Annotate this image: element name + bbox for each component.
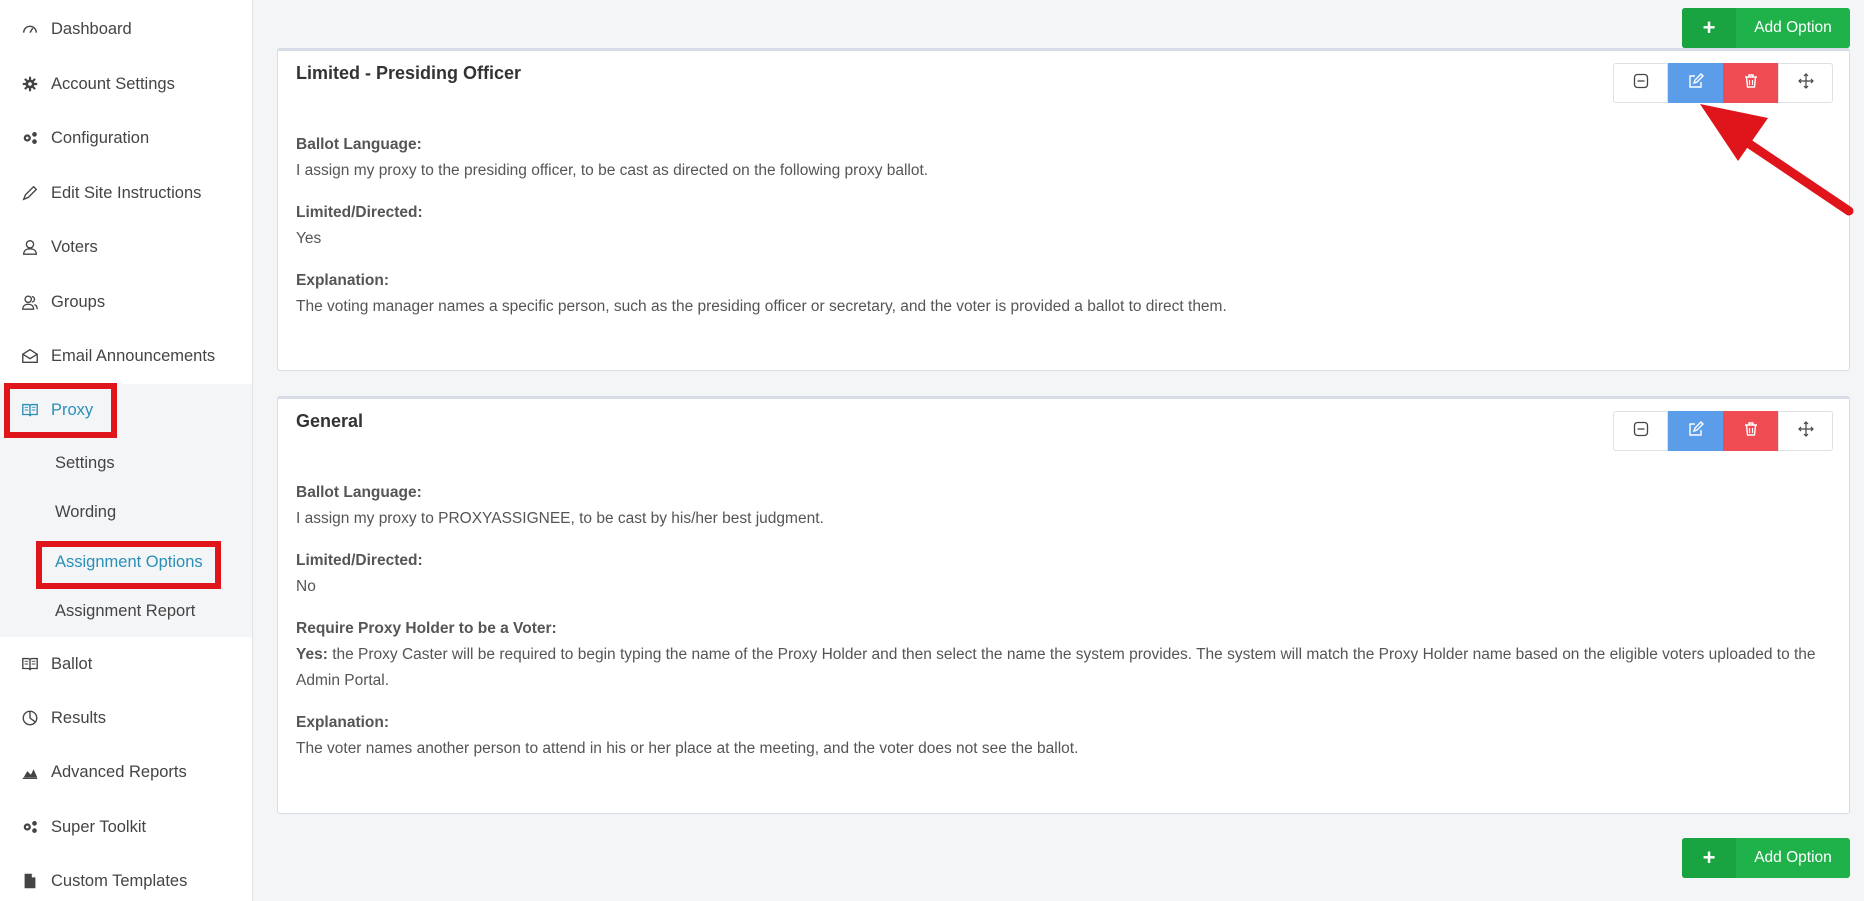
sidebar-item-label: Dashboard	[51, 19, 132, 38]
add-option-label: Add Option	[1754, 849, 1832, 866]
sidebar-item-label: Results	[51, 708, 107, 727]
delete-button[interactable]	[1723, 411, 1778, 451]
sidebar-item-label: Account Settings	[51, 74, 175, 93]
field-value: The voting manager names a specific pers…	[296, 298, 1227, 315]
sidebar-item-voters[interactable]: Voters	[0, 224, 252, 270]
area-chart-icon	[20, 762, 40, 782]
minus-square-icon	[1633, 73, 1649, 94]
field-value: I assign my proxy to PROXYASSIGNEE, to b…	[296, 510, 824, 527]
option-card-limited: Limited - Presiding Officer Ballot Langu…	[277, 48, 1850, 371]
submenu-item-wording[interactable]: Wording	[55, 497, 116, 527]
field-limited-directed: Limited/Directed: Yes	[296, 200, 1831, 252]
delete-button[interactable]	[1723, 63, 1778, 103]
field-ballot-language: Ballot Language: I assign my proxy to th…	[296, 132, 1831, 184]
add-option-button-top[interactable]: + Add Option	[1682, 8, 1850, 48]
submenu-item-settings[interactable]: Settings	[55, 448, 115, 478]
minus-square-icon	[1633, 421, 1649, 442]
sidebar-item-label: Super Toolkit	[51, 817, 147, 836]
field-label: Require Proxy Holder to be a Voter:	[296, 620, 557, 637]
sidebar-item-dashboard[interactable]: Dashboard	[0, 6, 252, 52]
field-label: Explanation:	[296, 272, 390, 289]
plus-icon: +	[1682, 8, 1736, 48]
add-option-label: Add Option	[1754, 19, 1832, 36]
card-title: General	[296, 411, 364, 431]
add-option-button-bottom[interactable]: + Add Option	[1682, 838, 1850, 878]
trash-icon	[1743, 73, 1759, 94]
field-value: The voter names another person to attend…	[296, 740, 1079, 757]
sidebar-item-results[interactable]: Results	[0, 695, 252, 741]
field-explanation: Explanation: The voter names another per…	[296, 710, 1831, 762]
field-label: Explanation:	[296, 714, 390, 731]
field-label: Limited/Directed:	[296, 204, 423, 221]
edit-button[interactable]	[1668, 63, 1723, 103]
option-card-general: General Ballot Language: I assign my pro…	[277, 396, 1850, 814]
edit-icon	[1688, 72, 1704, 94]
edit-button[interactable]	[1668, 411, 1723, 451]
book-icon	[20, 654, 40, 674]
field-value: I assign my proxy to the presiding offic…	[296, 162, 929, 179]
sidebar-item-groups[interactable]: Groups	[0, 279, 252, 325]
move-icon	[1797, 72, 1814, 94]
gears-icon	[20, 128, 40, 148]
sidebar: Dashboard Account Settings Configuration…	[0, 0, 253, 901]
pencil-icon	[20, 183, 40, 203]
sidebar-item-label: Advanced Reports	[51, 762, 187, 781]
field-value: No	[296, 578, 316, 595]
dashboard-icon	[20, 19, 40, 39]
sidebar-item-proxy[interactable]: Proxy	[0, 387, 252, 433]
users-icon	[20, 292, 40, 312]
book-icon	[20, 400, 40, 420]
submenu-item-assignment-report[interactable]: Assignment Report	[55, 596, 195, 626]
gear-icon	[20, 74, 40, 94]
sidebar-item-label: Proxy	[51, 400, 94, 419]
envelope-icon	[20, 346, 40, 366]
sidebar-item-label: Ballot	[51, 654, 93, 673]
field-ballot-language: Ballot Language: I assign my proxy to PR…	[296, 480, 1831, 532]
field-label: Ballot Language:	[296, 484, 422, 501]
user-icon	[20, 237, 40, 257]
collapse-button[interactable]	[1613, 63, 1668, 103]
sidebar-item-edit-site-instructions[interactable]: Edit Site Instructions	[0, 170, 252, 216]
gears-icon	[20, 817, 40, 837]
field-value: Yes	[296, 230, 322, 247]
sidebar-item-ballot[interactable]: Ballot	[0, 641, 252, 687]
card-actions	[1613, 411, 1833, 451]
move-handle[interactable]	[1778, 411, 1833, 451]
sidebar-item-label: Custom Templates	[51, 871, 188, 890]
field-require-proxy-holder: Require Proxy Holder to be a Voter: Yes:…	[296, 616, 1831, 694]
sidebar-item-label: Configuration	[51, 128, 150, 147]
sidebar-item-label: Groups	[51, 292, 106, 311]
edit-icon	[1688, 420, 1704, 442]
sidebar-item-advanced-reports[interactable]: Advanced Reports	[0, 749, 252, 795]
sidebar-item-custom-templates[interactable]: Custom Templates	[0, 858, 252, 901]
main-content: + Add Option Limited - Presiding Officer…	[253, 0, 1864, 901]
field-label: Ballot Language:	[296, 136, 422, 153]
submenu-item-assignment-options[interactable]: Assignment Options	[55, 547, 203, 577]
field-value: Yes: the Proxy Caster will be required t…	[296, 642, 1831, 694]
sidebar-item-label: Edit Site Instructions	[51, 183, 202, 202]
collapse-button[interactable]	[1613, 411, 1668, 451]
field-value-bold: Yes:	[296, 646, 328, 663]
field-value-text: the Proxy Caster will be required to beg…	[296, 646, 1816, 689]
sidebar-item-label: Voters	[51, 237, 98, 256]
move-icon	[1797, 420, 1814, 442]
field-label: Limited/Directed:	[296, 552, 423, 569]
field-limited-directed: Limited/Directed: No	[296, 548, 1831, 600]
card-actions	[1613, 63, 1833, 103]
move-handle[interactable]	[1778, 63, 1833, 103]
sidebar-item-email-announcements[interactable]: Email Announcements	[0, 333, 252, 379]
plus-icon: +	[1682, 838, 1736, 878]
sidebar-item-super-toolkit[interactable]: Super Toolkit	[0, 804, 252, 850]
field-explanation: Explanation: The voting manager names a …	[296, 268, 1831, 320]
file-icon	[20, 871, 40, 891]
card-title: Limited - Presiding Officer	[296, 63, 522, 83]
sidebar-item-account-settings[interactable]: Account Settings	[0, 61, 252, 107]
pie-chart-icon	[20, 708, 40, 728]
sidebar-item-configuration[interactable]: Configuration	[0, 115, 252, 161]
trash-icon	[1743, 421, 1759, 442]
sidebar-item-label: Email Announcements	[51, 346, 216, 365]
